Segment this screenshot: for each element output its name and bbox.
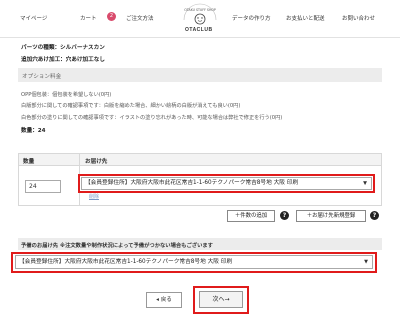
hole-option: 追加穴あけ加工：穴あけ加工なし: [21, 57, 105, 63]
logo-wordmark: OTACLUB: [185, 27, 213, 33]
nav-payment-shipping[interactable]: お支払いと配送: [286, 14, 325, 22]
table-header: 数量 お届け先: [19, 154, 381, 166]
nav-mypage[interactable]: マイページ: [20, 14, 47, 22]
order-summary: パーツの種類：シルバーナスカン 追加穴あけ加工：穴あけ加工なし オプション料金 …: [18, 38, 382, 142]
option-fee-label: オプション料金: [22, 74, 62, 80]
white-confirm-line: 白版部分に関しての確認事項です：白版を縮めた場合、細かい絵柄の白版が消えても良い…: [21, 103, 241, 109]
column-quantity: 数量: [23, 159, 35, 165]
add-quantity-button[interactable]: ＋件数の追加: [227, 210, 275, 222]
option-fee-bar: オプション料金: [18, 68, 382, 82]
parts-type: パーツの種類：シルバーナスカン: [21, 45, 105, 51]
cart-count-badge: 2: [107, 12, 116, 21]
white-paint-line: 白色部分の塗りに関しての確認事項です：イラストの塗り忘れがあった時、可能な場合は…: [21, 115, 283, 121]
nav-order-method[interactable]: ご注文方法: [126, 14, 154, 22]
spare-destination-value: 【会員登録住所】大阪府大阪市此花区常吉1-1-60テクノパーク常吉8号地 大阪 …: [19, 259, 233, 265]
site-header: マイページ カート 2 ご注文方法 OTAKU STUFF SHOP OTACL…: [0, 0, 400, 38]
spare-notice-text: 予備のお届け先 ※注文数量や制作状況によって予備がつかない場合もございます: [21, 243, 213, 249]
nav-contact[interactable]: お問い合わせ: [342, 14, 375, 22]
spare-destination-notice: 予備のお届け先 ※注文数量や制作状況によって予備がつかない場合もございます: [18, 238, 382, 250]
spare-destination-select[interactable]: 【会員登録住所】大阪府大阪市此花区常吉1-1-60テクノパーク常吉8号地 大阪 …: [15, 255, 373, 269]
quantity-input[interactable]: 24: [25, 180, 61, 193]
next-button[interactable]: 次へ→: [199, 291, 243, 308]
count-line: 数量：24: [21, 128, 46, 134]
opp-line: OPP個包装：個包装を希望しない(0円): [21, 92, 112, 98]
svg-text:OTAKU STUFF SHOP: OTAKU STUFF SHOP: [184, 8, 216, 12]
nav-data-guide[interactable]: データの作り方: [232, 14, 271, 22]
chevron-down-icon: ▼: [363, 180, 367, 186]
add-destination-button[interactable]: ＋お届け先新規登録: [296, 210, 366, 222]
destination-select[interactable]: 【会員登録住所】大阪府大阪市此花区常吉1-1-60テクノパーク常吉8号地 大阪 …: [81, 177, 372, 190]
help-icon[interactable]: ?: [370, 211, 379, 220]
delete-link[interactable]: 削除: [89, 193, 99, 200]
chevron-down-icon: ▼: [364, 259, 368, 265]
nav-cart[interactable]: カート: [80, 14, 97, 22]
column-destination: お届け先: [85, 159, 108, 165]
back-button[interactable]: ◂ 戻る: [146, 292, 182, 308]
destination-selected-value: 【会員登録住所】大阪府大阪市此花区常吉1-1-60テクノパーク常吉8号地 大阪 …: [85, 180, 299, 186]
help-icon[interactable]: ?: [280, 211, 289, 220]
